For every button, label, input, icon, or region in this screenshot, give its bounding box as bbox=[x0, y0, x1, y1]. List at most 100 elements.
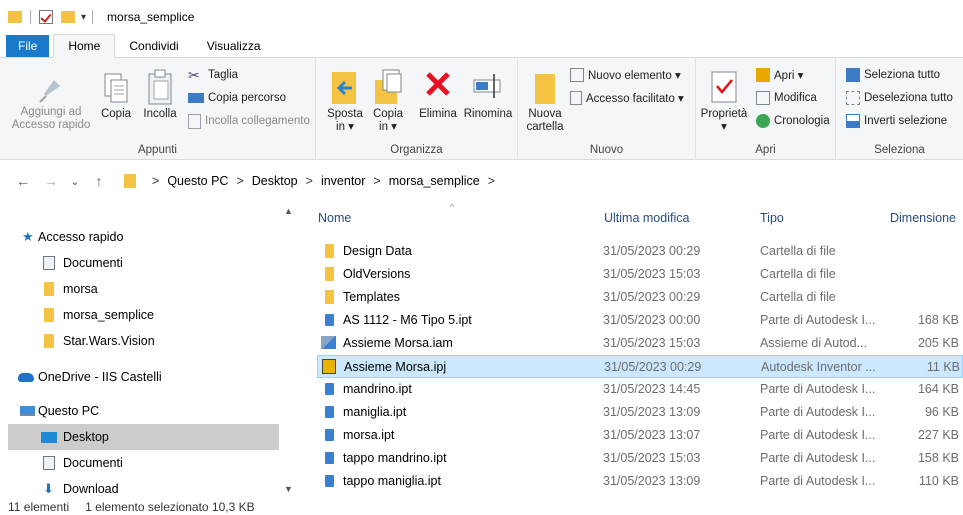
file-date: 31/05/2023 00:29 bbox=[604, 360, 702, 374]
nav-item-morsa[interactable]: morsa bbox=[0, 276, 280, 302]
breadcrumb-separator[interactable]: > bbox=[236, 174, 243, 188]
nav-item-documents-pc[interactable]: Documenti bbox=[0, 450, 280, 476]
tab-file[interactable]: File bbox=[6, 35, 50, 57]
tab-view[interactable]: Visualizza bbox=[193, 35, 275, 57]
properties-check-icon[interactable] bbox=[39, 10, 53, 24]
breadcrumb[interactable]: > Questo PC > Desktop > inventor > morsa… bbox=[124, 170, 503, 192]
file-name: Templates bbox=[343, 290, 400, 304]
nav-item-label: morsa_semplice bbox=[63, 308, 155, 322]
file-row[interactable]: Templates 31/05/2023 00:29 Cartella di fil… bbox=[317, 286, 963, 309]
title-bar: ▾ morsa_semplice bbox=[0, 0, 963, 34]
pin-quick-access-button[interactable]: Aggiungi ad Accesso rapido bbox=[10, 72, 92, 132]
file-size: 205 KB bbox=[917, 336, 959, 350]
move-to-button[interactable]: Sposta in ▾ bbox=[324, 68, 366, 134]
open-icon bbox=[756, 68, 770, 82]
select-all-button[interactable]: Seleziona tutto bbox=[846, 66, 940, 84]
file-row[interactable]: Assieme Morsa.iam 31/05/2023 15:03 Assieme… bbox=[317, 332, 963, 355]
nav-item-onedrive[interactable]: OneDrive - IIS Castelli bbox=[0, 364, 280, 390]
forward-button[interactable]: → bbox=[42, 173, 60, 189]
file-row[interactable]: tappo maniglia.ipt 31/05/2023 13:09 Parte … bbox=[317, 470, 963, 493]
item-count: 11 elementi bbox=[8, 499, 70, 514]
new-item-button[interactable]: Nuovo elemento ▾ bbox=[570, 66, 681, 84]
file-row[interactable]: mandrino.ipt 31/05/2023 14:45 Parte di Aut… bbox=[317, 378, 963, 401]
part-icon bbox=[325, 406, 334, 418]
edit-button[interactable]: Modifica bbox=[756, 89, 817, 107]
file-type: Cartella di file bbox=[760, 244, 836, 258]
back-button[interactable]: ← bbox=[14, 173, 32, 189]
properties-button[interactable]: Proprietà ▾ bbox=[700, 68, 748, 134]
nav-item-desktop[interactable]: Desktop bbox=[8, 424, 279, 450]
breadcrumb-separator[interactable]: > bbox=[488, 174, 495, 188]
paste-button[interactable]: Incolla bbox=[140, 68, 180, 121]
copy-button[interactable]: Copia bbox=[98, 72, 134, 121]
breadcrumb-inventor[interactable]: inventor bbox=[321, 174, 365, 188]
file-row[interactable]: Assieme Morsa.ipj 31/05/2023 00:29 Autodes… bbox=[317, 355, 963, 378]
new-folder-icon[interactable] bbox=[61, 11, 75, 23]
file-type: Cartella di file bbox=[760, 290, 836, 304]
folder-icon bbox=[325, 290, 334, 304]
copy-path-button[interactable]: Copia percorso bbox=[188, 89, 286, 107]
part-icon bbox=[325, 383, 334, 395]
scroll-up-arrow[interactable]: ▲ bbox=[284, 206, 293, 216]
nav-item-label: Desktop bbox=[63, 430, 109, 444]
nav-item-morsa-semplice[interactable]: morsa_semplice bbox=[0, 302, 280, 328]
tab-share[interactable]: Condividi bbox=[115, 35, 192, 57]
file-row[interactable]: Design Data 31/05/2023 00:29 Cartella di f… bbox=[317, 240, 963, 263]
copy-path-icon bbox=[188, 93, 204, 103]
breadcrumb-this-pc[interactable]: Questo PC bbox=[167, 174, 228, 188]
file-type: Autodesk Inventor ... bbox=[761, 360, 876, 374]
file-size: 110 KB bbox=[918, 474, 959, 488]
file-date: 31/05/2023 13:09 bbox=[603, 405, 701, 419]
nav-scrollbar[interactable]: ▲ ▼ bbox=[282, 202, 294, 498]
breadcrumb-separator[interactable]: > bbox=[373, 174, 380, 188]
breadcrumb-morsa-semplice[interactable]: morsa_semplice bbox=[389, 174, 480, 188]
history-icon bbox=[756, 114, 770, 128]
breadcrumb-separator[interactable]: > bbox=[306, 174, 313, 188]
file-name: Design Data bbox=[343, 244, 412, 258]
breadcrumb-separator[interactable]: > bbox=[152, 174, 159, 188]
invert-selection-button[interactable]: Inverti selezione bbox=[846, 112, 947, 130]
file-size: 227 KB bbox=[917, 428, 959, 442]
folder-icon bbox=[124, 174, 136, 188]
column-header-date[interactable]: Ultima modifica bbox=[604, 202, 750, 234]
breadcrumb-desktop[interactable]: Desktop bbox=[252, 174, 298, 188]
column-header-size[interactable]: Dimensione bbox=[890, 202, 963, 234]
nav-item-star-wars-vision[interactable]: Star.Wars.Vision bbox=[0, 328, 280, 354]
delete-button[interactable]: Elimina bbox=[416, 68, 460, 121]
column-header-type[interactable]: Tipo bbox=[760, 202, 880, 234]
recent-locations-button[interactable]: ⌄ bbox=[66, 175, 84, 188]
file-row[interactable]: morsa.ipt 31/05/2023 13:07 Parte di Autode… bbox=[317, 424, 963, 447]
file-date: 31/05/2023 13:09 bbox=[603, 474, 701, 488]
easy-access-button[interactable]: Accesso facilitato ▾ bbox=[570, 89, 684, 107]
customize-toolbar-dropdown[interactable]: ▾ bbox=[81, 12, 86, 23]
history-button[interactable]: Cronologia bbox=[756, 112, 830, 130]
file-row[interactable]: maniglia.ipt 31/05/2023 13:09 Parte di Aut… bbox=[317, 401, 963, 424]
invert-selection-icon bbox=[846, 114, 860, 128]
tab-home[interactable]: Home bbox=[53, 34, 116, 58]
cut-button[interactable]: ✂ Taglia bbox=[188, 66, 238, 84]
open-button[interactable]: Apri ▾ bbox=[756, 66, 803, 84]
copy-to-button[interactable]: Copia in ▾ bbox=[368, 68, 408, 134]
file-row[interactable]: tappo mandrino.ipt 31/05/2023 15:03 Parte … bbox=[317, 447, 963, 470]
file-row[interactable]: AS 1112 - M6 Tipo 5.ipt 31/05/2023 00:00 P… bbox=[317, 309, 963, 332]
column-header-name[interactable]: Nome ^ bbox=[318, 202, 602, 234]
nav-item-documents[interactable]: Documenti bbox=[0, 250, 280, 276]
file-name: Assieme Morsa.ipj bbox=[344, 360, 447, 374]
paste-shortcut-button[interactable]: Incolla collegamento bbox=[188, 112, 310, 130]
scroll-down-arrow[interactable]: ▼ bbox=[284, 484, 293, 494]
group-clipboard: Aggiungi ad Accesso rapido Copia Incolla… bbox=[0, 58, 316, 160]
select-none-button[interactable]: Deseleziona tutto bbox=[846, 89, 953, 107]
nav-item-label: Documenti bbox=[63, 456, 123, 470]
folder-icon bbox=[44, 308, 54, 322]
file-name: maniglia.ipt bbox=[343, 405, 407, 419]
rename-button[interactable]: Rinomina bbox=[462, 68, 514, 121]
file-date: 31/05/2023 00:29 bbox=[603, 290, 701, 304]
up-button[interactable]: ↑ bbox=[90, 173, 108, 189]
new-folder-button[interactable]: Nuova cartella bbox=[522, 68, 568, 134]
file-row[interactable]: OldVersions 31/05/2023 15:03 Cartella di f… bbox=[317, 263, 963, 286]
part-icon bbox=[325, 314, 334, 326]
new-item-icon bbox=[570, 68, 584, 82]
nav-item-quick-access[interactable]: ★ Accesso rapido bbox=[0, 224, 280, 250]
group-label: Nuovo bbox=[589, 144, 624, 156]
nav-item-this-pc[interactable]: Questo PC bbox=[0, 398, 280, 424]
